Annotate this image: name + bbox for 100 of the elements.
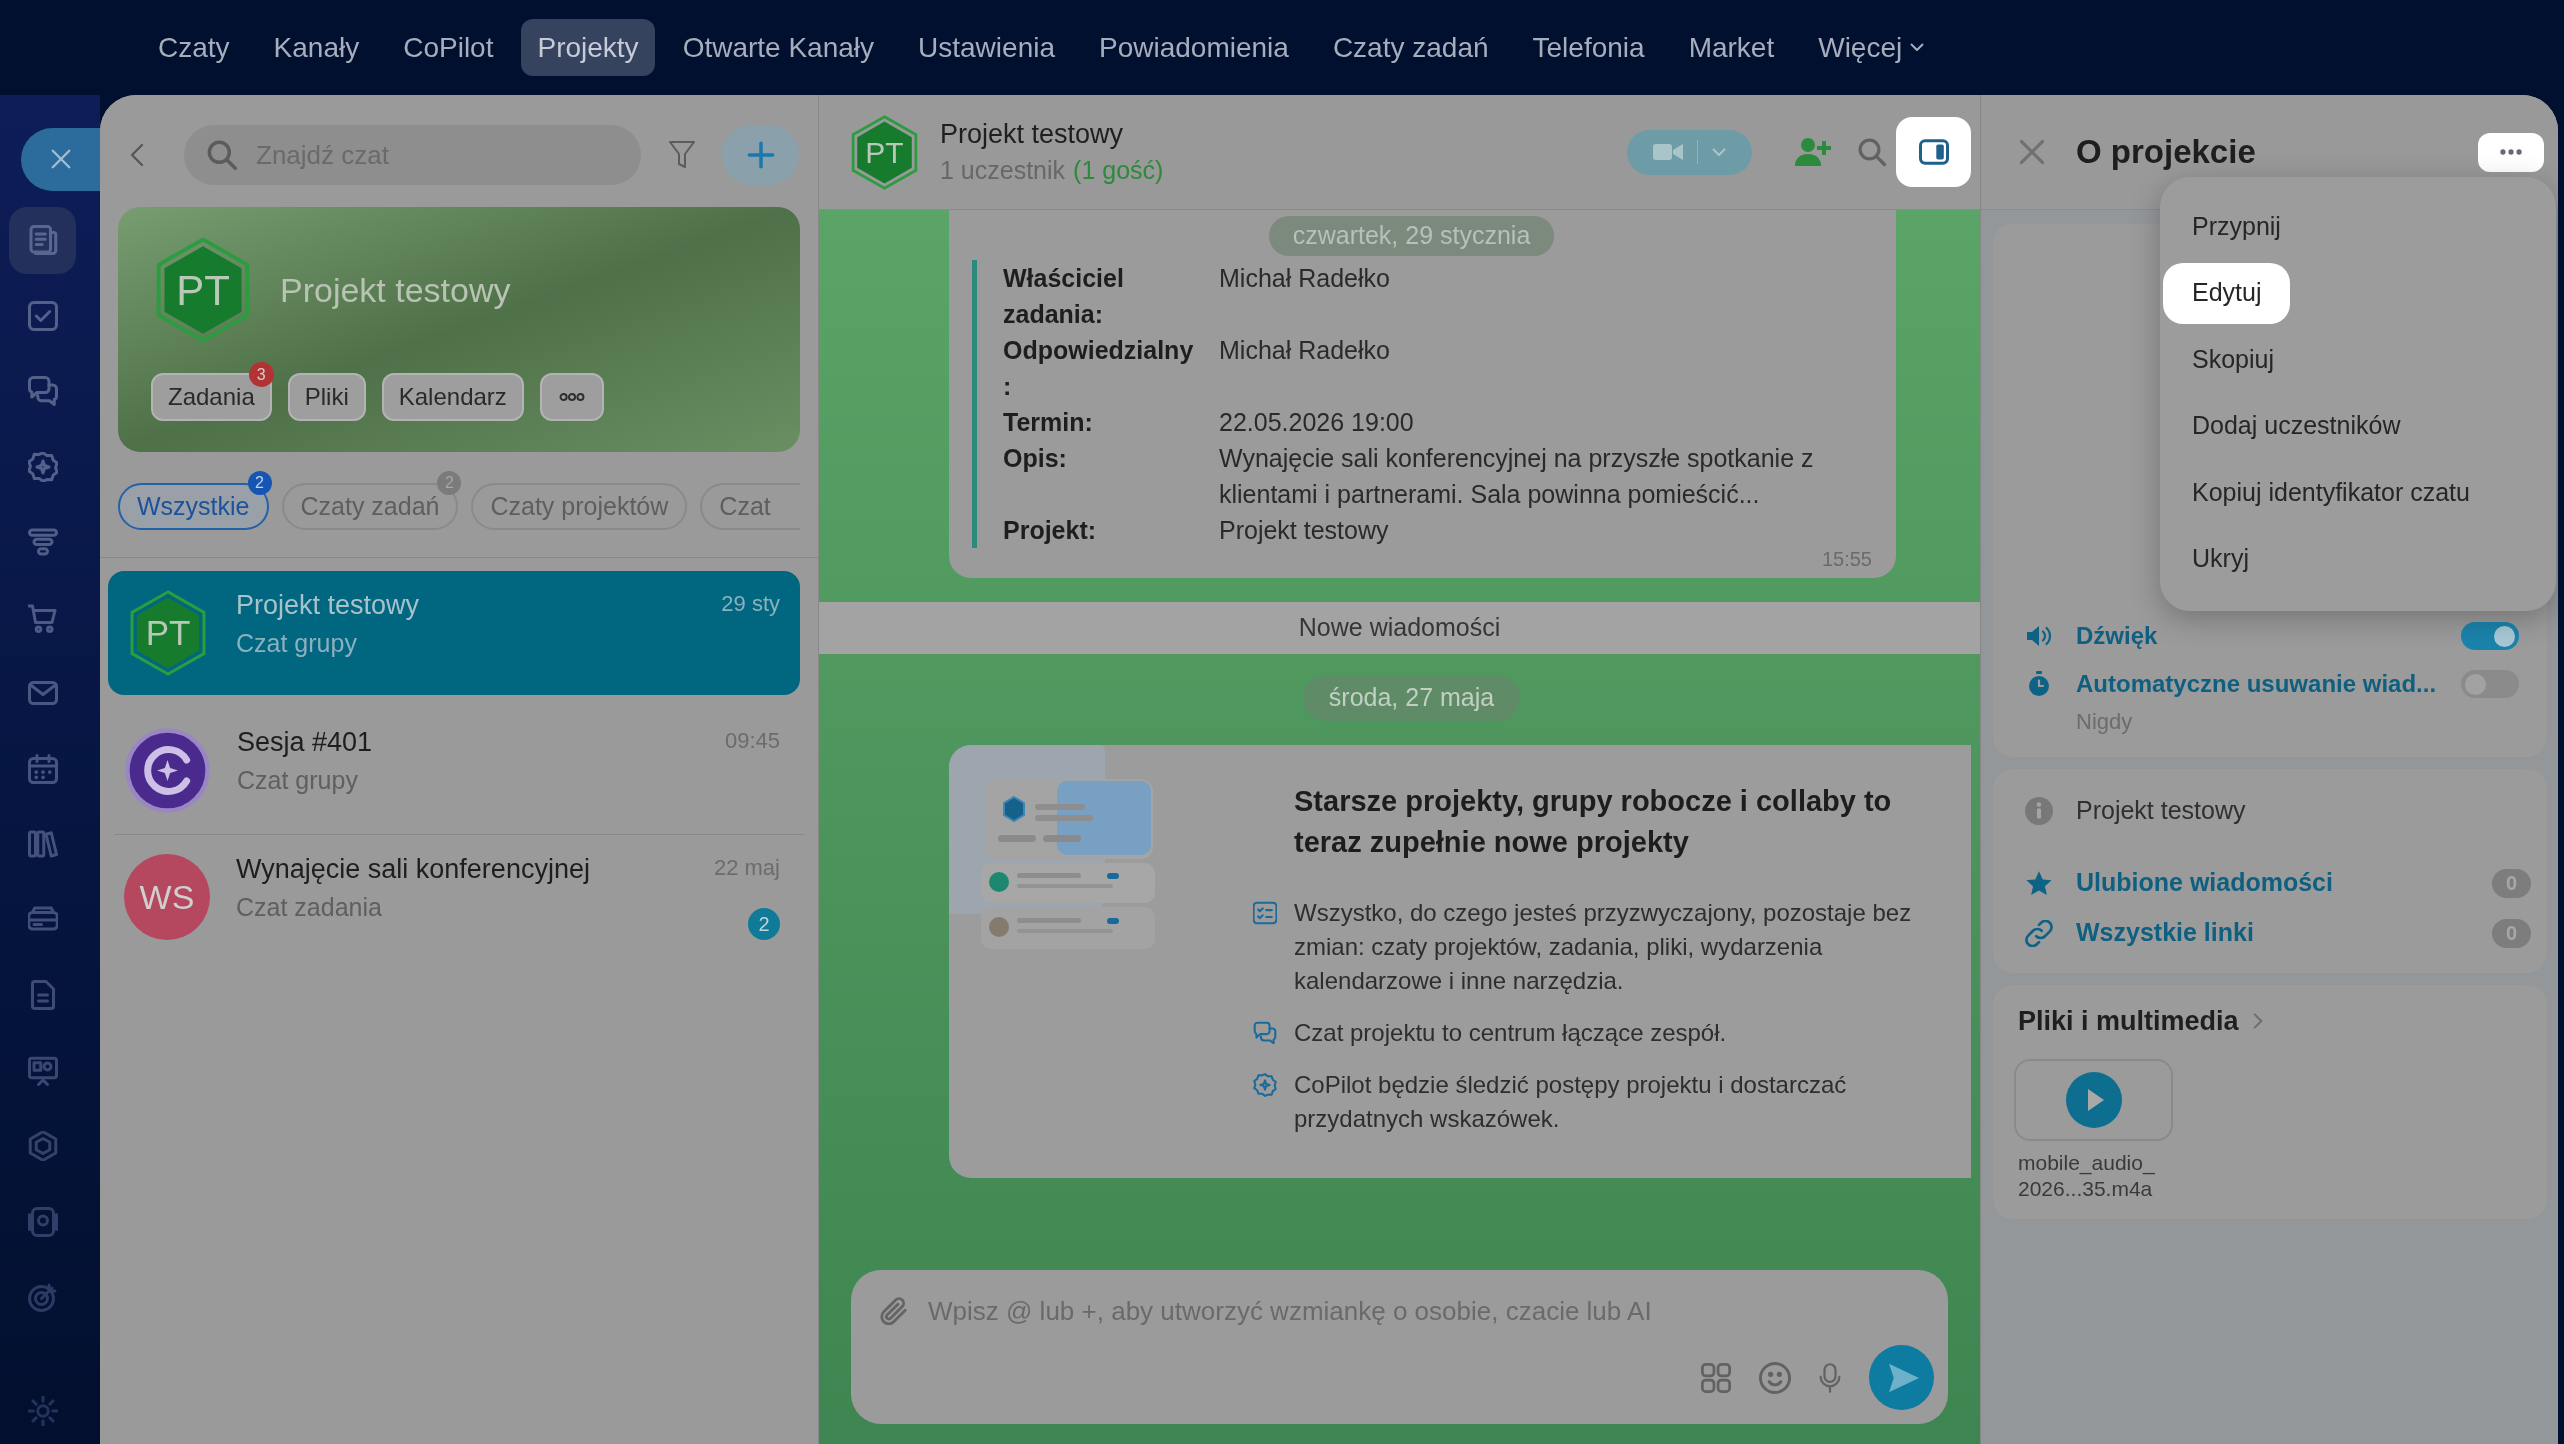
chat-title: Projekt testowy — [940, 118, 1124, 151]
device-icon — [27, 1206, 58, 1237]
field-label: Odpowiedzialny: — [1003, 335, 1195, 402]
info-icon — [2025, 797, 2053, 825]
menu-item[interactable]: Kopiuj identyfikator czatu — [2163, 462, 2499, 523]
promo-point: Wszystko, do czego jesteś przyzwyczajony, pozostaje bez zmian: czaty projektów, zadania, pliki, wydarzenia kalendarzowe i inne narzędzia. — [1294, 898, 1913, 996]
chat-title: Wynajęcie sali konferencyjnej — [236, 853, 590, 886]
mail-icon — [27, 678, 58, 708]
media-section-link[interactable]: Pliki i multimedia — [2018, 1003, 2263, 1039]
stacked-bars-icon — [27, 527, 58, 557]
chevron-down-icon — [1712, 147, 1726, 157]
close-icon — [49, 148, 72, 171]
panel-toggle-button[interactable] — [1896, 117, 1971, 187]
chat-subtitle: Czat grupy — [236, 628, 357, 659]
field-label: Termin: — [1003, 407, 1094, 438]
gear-icon — [27, 1395, 58, 1426]
unread-badge: 2 — [748, 908, 780, 940]
count-badge: 2 — [247, 471, 272, 495]
nav-tab[interactable]: CoPilot — [387, 19, 510, 76]
cart-icon — [27, 602, 58, 633]
chevron-down-icon — [1910, 43, 1925, 52]
date-badge: czwartek, 29 stycznia — [1268, 216, 1555, 256]
filter-icon — [668, 140, 696, 170]
toggle-switch[interactable] — [2461, 622, 2519, 650]
speaker-icon — [2025, 623, 2053, 649]
chevron-left-icon — [130, 142, 144, 168]
send-icon — [1888, 1362, 1919, 1393]
menu-item[interactable]: Edytuj — [2163, 262, 2291, 324]
promo-point: Czat projektu to centrum łączące zespół. — [1294, 1018, 1728, 1048]
project-name: Projekt testowy — [2076, 795, 2246, 827]
menu-item[interactable]: Skopiuj — [2163, 329, 2303, 390]
search-icon[interactable] — [1857, 137, 1887, 167]
menu-item[interactable]: Ukryj — [2163, 528, 2278, 590]
add-user-icon[interactable] — [1795, 137, 1831, 167]
chat-bubbles-icon — [1253, 1021, 1277, 1045]
chat-time: 29 sty — [721, 591, 780, 616]
date-badge: środa, 27 maja — [1302, 675, 1521, 721]
sidebar-item[interactable] — [9, 206, 76, 274]
nav-tab[interactable]: Więcej — [1802, 19, 1941, 76]
books-icon — [27, 829, 58, 859]
field-label: Właściciel zadania: — [1003, 263, 1125, 330]
promo-point: CoPilot będzie śledzić postępy projektu i dostarczać przydatnych wskazówek. — [1294, 1070, 1848, 1134]
sparkle-badge-icon — [1253, 1073, 1277, 1097]
field-value: Wynajęcie sali konferencyjnej na przyszłe spotkanie z klientami i partnerami. Sala powinna pomieścić... — [1219, 443, 1815, 510]
file-thumbnail[interactable] — [2014, 1059, 2173, 1141]
chat-bubbles-icon — [27, 376, 58, 406]
close-icon — [2019, 139, 2045, 165]
presentation-icon — [27, 1055, 58, 1086]
calendar-icon — [27, 753, 58, 784]
play-icon[interactable] — [2065, 1072, 2122, 1128]
checkbox-icon — [27, 300, 58, 331]
microphone-icon[interactable] — [1819, 1361, 1841, 1394]
field-value: Projekt testowy — [1219, 515, 1389, 546]
nav-tab[interactable]: Projekty — [521, 19, 655, 76]
field-value: 22.05.2026 19:00 — [1219, 407, 1414, 438]
chevron-right-icon — [2252, 1012, 2263, 1030]
panel-title: O projekcie — [2076, 132, 2256, 173]
emoji-icon[interactable] — [1759, 1361, 1791, 1394]
nav-tab[interactable]: Ustawienia — [902, 19, 1071, 76]
project-tab-button[interactable]: Pliki — [287, 373, 366, 421]
nav-tab[interactable]: Otwarte Kanały — [666, 19, 891, 76]
chat-avatar: WS — [124, 854, 210, 940]
video-camera-icon — [1653, 142, 1683, 162]
checklist-icon — [1253, 901, 1277, 925]
star-icon — [2025, 869, 2053, 897]
field-label: Projekt: — [1003, 515, 1098, 546]
more-icon — [558, 392, 585, 402]
search-icon — [206, 139, 238, 171]
menu-item[interactable]: Dodaj uczestników — [2163, 395, 2430, 457]
more-button[interactable] — [2478, 132, 2544, 172]
promo-title: Starsze projekty, grupy robocze i collaby to teraz zupełnie nowe projekty — [1293, 784, 1893, 860]
chat-subtitle: Czat zadania — [236, 892, 382, 923]
menu-item[interactable]: Przypnij — [2163, 196, 2310, 257]
chat-subtitle: Czat grupy — [237, 765, 358, 796]
nav-tab[interactable]: Telefonia — [1516, 19, 1661, 76]
swirl-avatar-icon — [124, 727, 211, 814]
project-title: Projekt testowy — [280, 269, 511, 311]
sparkle-badge-icon — [27, 451, 58, 482]
nav-tab[interactable]: Powiadomienia — [1083, 19, 1305, 76]
field-value: Michał Radełko — [1219, 263, 1390, 294]
grid-icon[interactable] — [1701, 1362, 1731, 1393]
video-call-button[interactable] — [1627, 129, 1752, 175]
close-button[interactable] — [21, 128, 100, 191]
nav-tab[interactable]: Kanały — [257, 19, 376, 76]
project-tab-button[interactable]: Kalendarz — [381, 373, 524, 421]
panel-icon — [1918, 139, 1949, 165]
toggle-switch[interactable] — [2461, 670, 2519, 698]
field-label: Opis: — [1003, 443, 1068, 474]
more-icon — [2500, 149, 2522, 155]
field-value: Michał Radełko — [1219, 335, 1390, 366]
nav-tab[interactable]: Czaty zadań — [1316, 19, 1505, 76]
file-name: mobile_audio_2026...35.m4a — [2018, 1150, 2156, 1202]
more-button[interactable] — [539, 373, 604, 421]
nav-tab[interactable]: Market — [1672, 19, 1791, 76]
chat-list-item[interactable]: PT Projekt testowy Czat grupy 29 sty — [108, 571, 800, 695]
link-icon — [2025, 919, 2053, 947]
paperclip-icon[interactable] — [880, 1297, 908, 1325]
nav-tab[interactable]: Czaty — [142, 19, 246, 76]
document-list-icon — [27, 225, 58, 255]
target-icon — [27, 1282, 58, 1312]
